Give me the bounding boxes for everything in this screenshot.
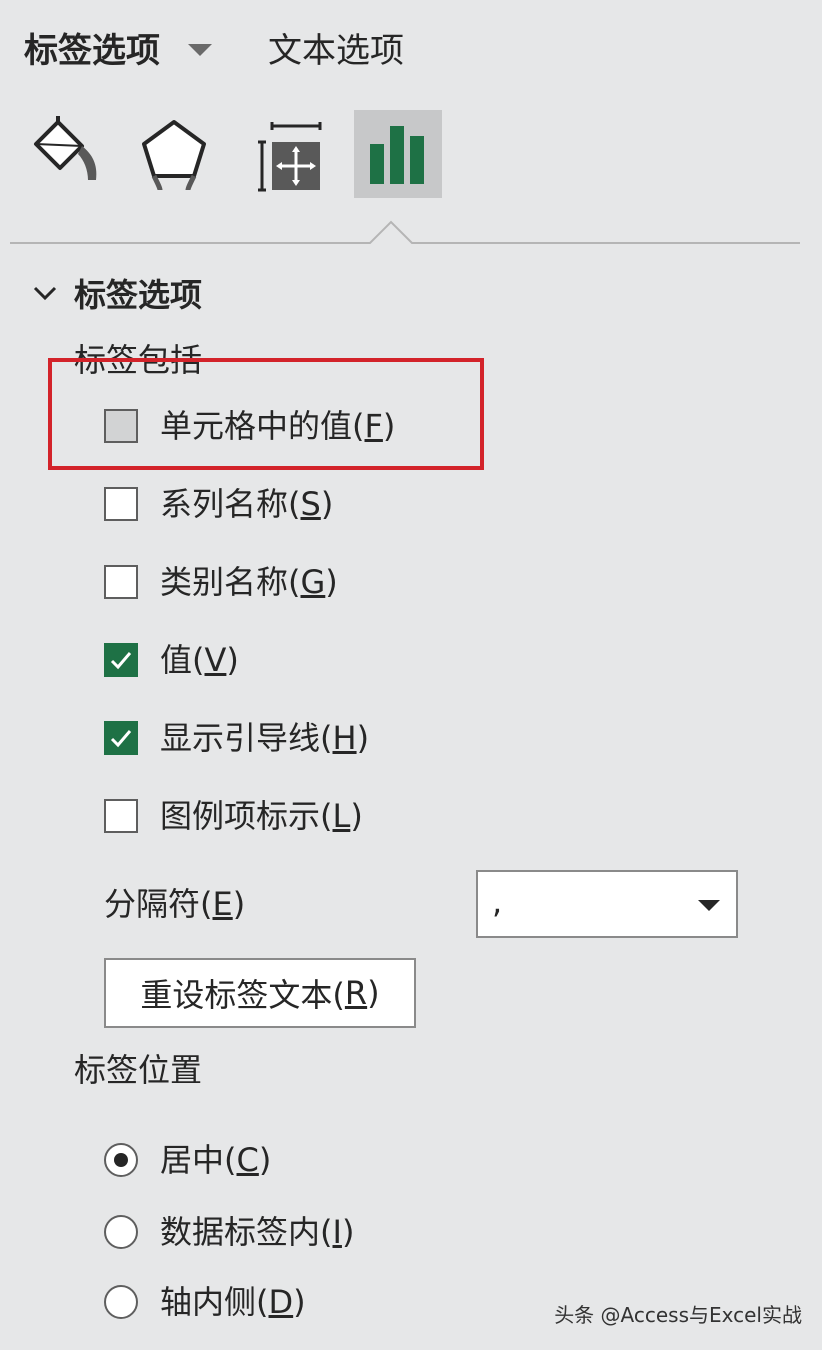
separator-value: , — [492, 883, 503, 921]
checkbox-box[interactable] — [104, 799, 138, 833]
radio-center[interactable]: 居中(C) — [104, 1138, 271, 1182]
checkbox-show-leader-lines[interactable]: 显示引导线(H) — [104, 716, 369, 760]
separator-dropdown[interactable]: , — [476, 870, 738, 938]
checkmark-icon — [110, 652, 132, 670]
checkmark-icon — [110, 730, 132, 748]
checkbox-category-name[interactable]: 类别名称(G) — [104, 560, 338, 604]
bar-chart-icon — [370, 126, 424, 184]
watermark: 头条 @Access与Excel实战 — [554, 1303, 802, 1327]
tab-label-options[interactable]: 标签选项 — [24, 28, 160, 74]
section-title: 标签选项 — [74, 276, 203, 314]
size-properties-button[interactable] — [244, 110, 332, 198]
radio-button[interactable] — [104, 1215, 138, 1249]
radio-inside-base[interactable]: 轴内侧(D) — [104, 1280, 306, 1324]
checkbox-label: 显示引导线(H) — [160, 719, 370, 757]
checkbox-value[interactable]: 值(V) — [104, 638, 239, 682]
radio-button[interactable] — [104, 1143, 138, 1177]
checkbox-box[interactable] — [104, 643, 138, 677]
radio-selected-dot — [114, 1153, 128, 1167]
chevron-down-icon — [33, 286, 57, 301]
checkbox-box[interactable] — [104, 565, 138, 599]
tab-dropdown-arrow-icon[interactable] — [188, 44, 212, 56]
tab-text-options[interactable]: 文本选项 — [268, 28, 404, 74]
separator-label: 分隔符(E) — [104, 885, 246, 923]
checkbox-series-name[interactable]: 系列名称(S) — [104, 482, 333, 526]
effects-pentagon-icon — [142, 120, 206, 191]
checkbox-legend-key[interactable]: 图例项标示(L) — [104, 794, 363, 838]
label-position-heading: 标签位置 — [74, 1051, 203, 1089]
size-properties-icon — [258, 122, 322, 192]
highlight-annotation — [48, 358, 484, 470]
fill-line-button[interactable] — [18, 110, 106, 198]
radio-label: 居中(C) — [160, 1141, 272, 1179]
radio-inside-end[interactable]: 数据标签内(I) — [104, 1210, 354, 1254]
effects-button[interactable] — [130, 110, 218, 198]
radio-label: 轴内侧(D) — [160, 1283, 306, 1321]
checkbox-box[interactable] — [104, 721, 138, 755]
section-label-options[interactable]: 标签选项 — [30, 270, 202, 316]
checkbox-label: 图例项标示(L) — [160, 797, 363, 835]
checkbox-box[interactable] — [104, 487, 138, 521]
reset-label-text-button[interactable]: 重设标签文本(R) — [104, 958, 416, 1028]
checkbox-label: 系列名称(S) — [160, 485, 334, 523]
checkbox-label: 值(V) — [160, 641, 239, 679]
dropdown-arrow-icon[interactable] — [698, 900, 720, 911]
radio-label: 数据标签内(I) — [160, 1213, 355, 1251]
label-options-chart-button[interactable] — [354, 110, 442, 198]
radio-button[interactable] — [104, 1285, 138, 1319]
fill-line-icon — [34, 116, 97, 180]
tab-divider — [10, 220, 800, 244]
checkbox-label: 类别名称(G) — [160, 563, 338, 601]
